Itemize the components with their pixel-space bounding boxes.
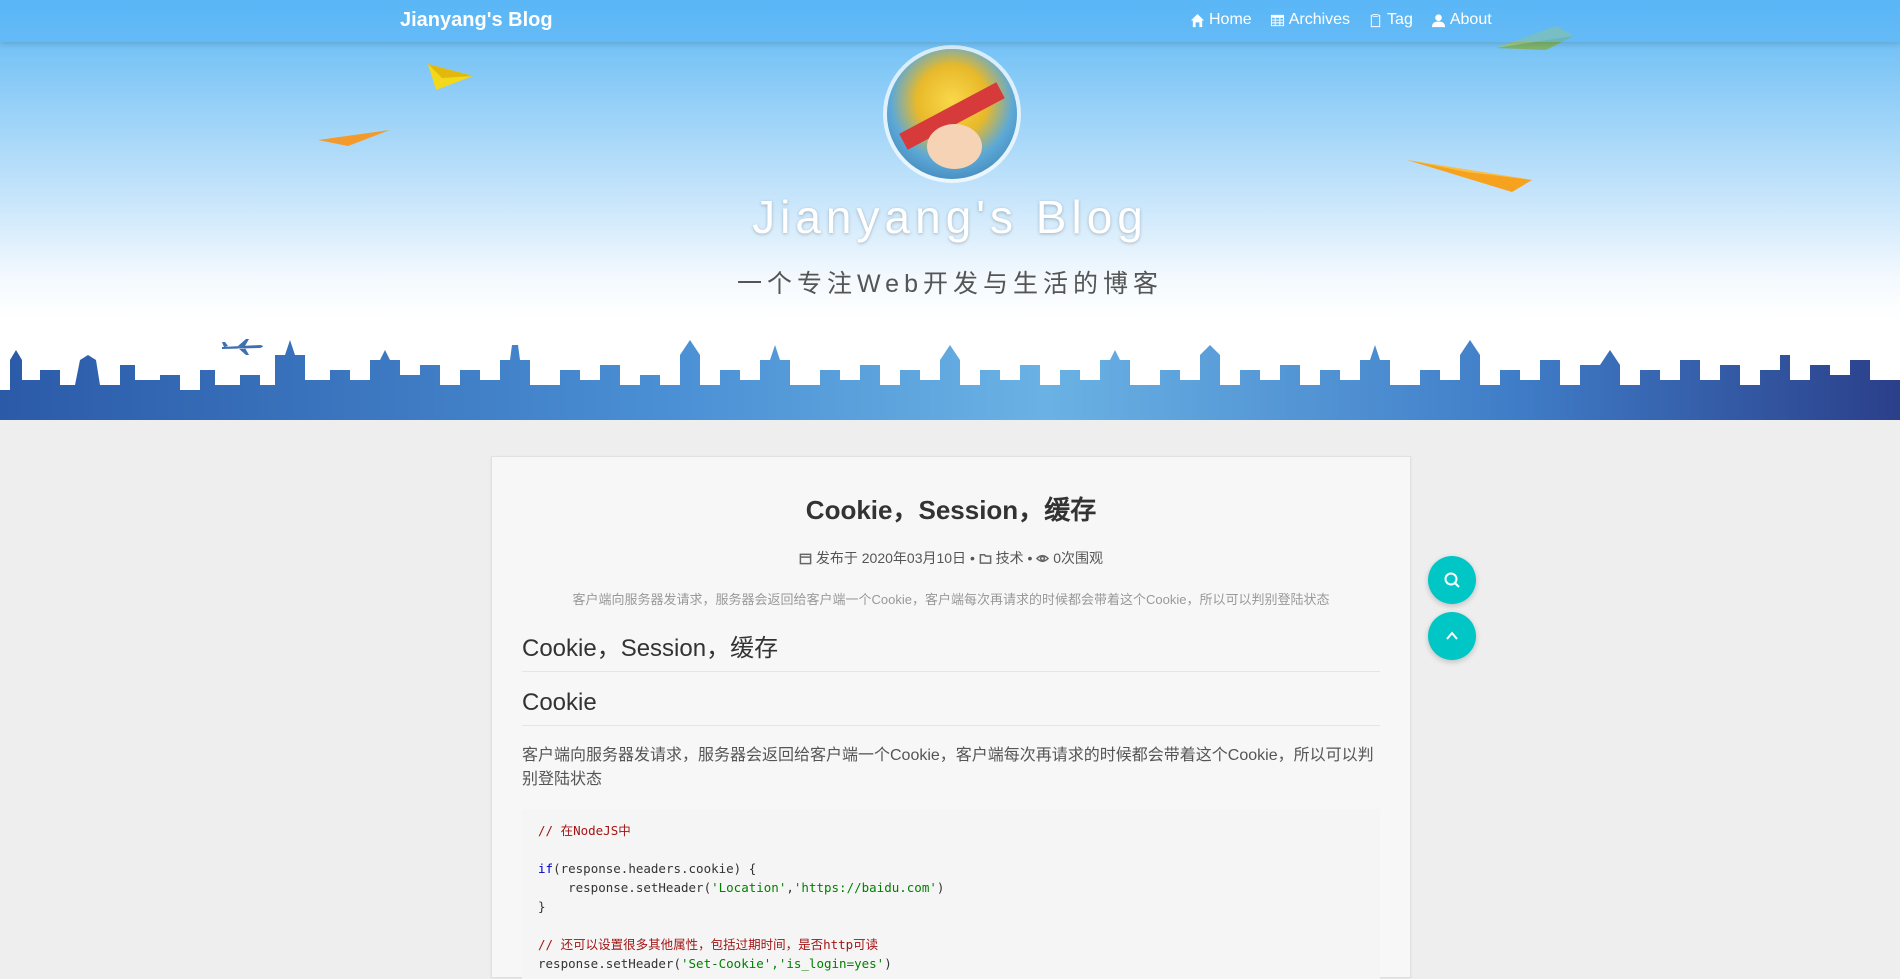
paper-plane-icon [1407,160,1532,192]
tag-icon [1370,13,1381,27]
post-title[interactable]: Cookie，Session，缓存 [492,490,1410,527]
code-string: 'https://baidu.com' [793,880,937,895]
nav-home[interactable]: Home [1190,11,1252,29]
hero-banner: Jianyang's Blog Home Archives Tag About … [0,0,1900,420]
code-text: response.setHeader( [538,956,681,971]
code-comment: // 在NodeJS中 [538,823,631,838]
meta-separator: • [1027,550,1033,566]
user-icon [1431,13,1445,27]
site-brand-link[interactable]: Jianyang's Blog [400,9,553,32]
code-text: , [786,880,794,895]
folder-icon [979,554,992,564]
post-views: 0次围观 [1053,550,1104,566]
nav-home-label: Home [1209,11,1252,28]
calendar-icon [799,553,812,565]
paper-plane-icon [428,64,473,90]
nav-tag-label: Tag [1387,11,1413,28]
meta-separator: • [969,550,975,566]
nav-about[interactable]: About [1431,11,1492,29]
post-meta: 发布于 2020年03月10日 • 技术 • 0次围观 [492,548,1410,568]
code-text: response.setHeader( [538,880,712,895]
code-text: ) [936,880,945,895]
grid-icon [1270,14,1284,26]
code-text: } [538,899,546,914]
code-text: ) [884,956,892,971]
search-icon [1444,572,1460,588]
code-keyword: if [538,861,554,876]
site-title: Jianyang's Blog [752,191,1148,243]
post-date: 2020年03月10日 [861,550,967,566]
top-navbar: Jianyang's Blog Home Archives Tag About [0,0,1900,42]
subsection-heading: Cookie [522,689,1380,726]
post-card: Cookie，Session，缓存 发布于 2020年03月10日 • 技术 •… [491,456,1411,979]
site-subtitle: 一个专注Web开发与生活的博客 [737,270,1163,298]
code-block: // 在NodeJS中 if(response.headers.cookie) … [522,809,1380,979]
code-string: 'Location' [711,880,787,895]
code-string: 'Set-Cookie','is_login=yes' [681,956,885,971]
city-skyline [0,340,1900,420]
post-paragraph: 客户端向服务器发请求，服务器会返回给客户端一个Cookie，客户端每次再请求的时… [522,747,1374,788]
nav-tag[interactable]: Tag [1368,11,1413,29]
home-icon [1190,13,1205,27]
code-comment: // 还可以设置很多其他属性，包括过期时间，是否http可读 [538,937,879,952]
nav-archives[interactable]: Archives [1270,11,1350,29]
back-to-top-button[interactable] [1428,612,1476,660]
paper-plane-icon [318,130,390,146]
published-prefix: 发布于 [815,550,858,566]
code-text: (response.headers.cookie) { [553,861,757,876]
nav-about-label: About [1449,11,1492,28]
post-category[interactable]: 技术 [996,550,1024,566]
avatar [887,49,1017,179]
eye-icon [1036,554,1050,563]
main-nav: Home Archives Tag About [1190,11,1492,29]
post-excerpt: 客户端向服务器发请求，服务器会返回给客户端一个Cookie，客户端每次再请求的时… [572,592,1330,607]
section-heading: Cookie，Session，缓存 [522,628,1380,672]
nav-archives-label: Archives [1288,11,1351,28]
search-button[interactable] [1428,556,1476,604]
chevron-up-icon [1446,631,1458,640]
